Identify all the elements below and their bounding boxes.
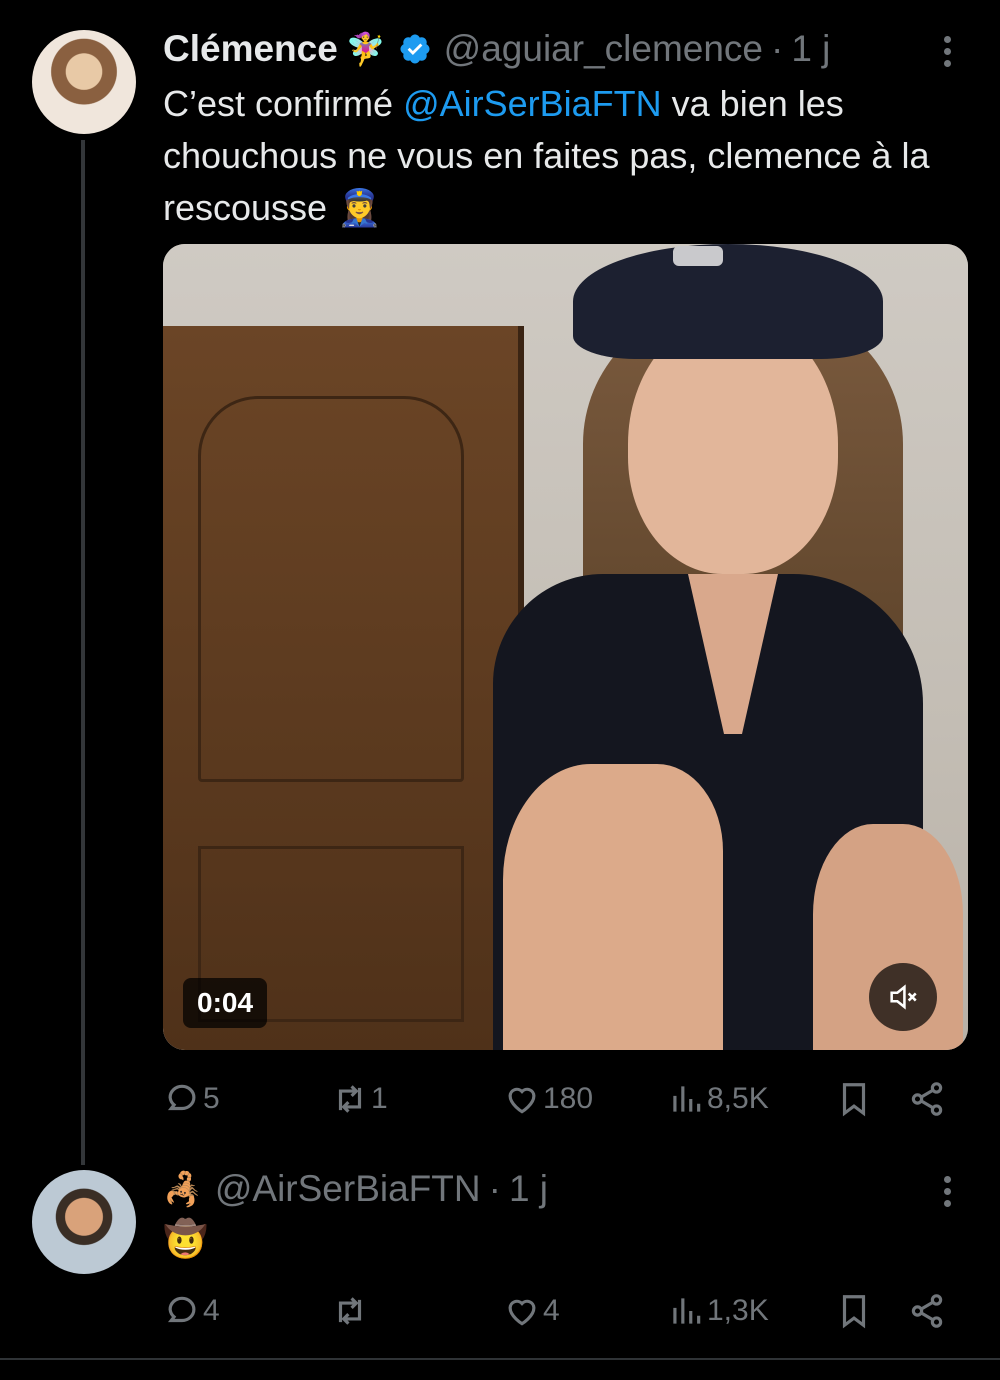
like-button[interactable]: 180 — [503, 1076, 593, 1122]
author-avatar[interactable] — [32, 30, 136, 134]
fairy-emoji: 🧚‍♀️ — [345, 31, 386, 67]
tweet-time[interactable]: 1 j — [791, 28, 830, 70]
police-officer-emoji: 👮‍♀️ — [337, 187, 382, 228]
reply-like-count: 4 — [543, 1294, 560, 1327]
reply-header-separator: · — [488, 1168, 501, 1209]
views-bar-chart-icon — [673, 1086, 701, 1112]
video-person — [433, 244, 968, 1050]
speaker-muted-icon — [890, 984, 917, 1010]
bookmark-button[interactable] — [835, 1076, 873, 1122]
share-icon — [911, 1294, 943, 1328]
reply-views-count: 1,3K — [707, 1294, 769, 1327]
tweet-header: Clémence 🧚‍♀️ @aguiar_clemence · 1 j — [163, 28, 830, 70]
reply-author-avatar[interactable] — [32, 1170, 136, 1274]
retweet-icon — [338, 1085, 362, 1113]
thread-connector-line — [81, 140, 85, 1165]
video-player[interactable]: 0:04 — [163, 244, 968, 1050]
more-options-icon[interactable] — [944, 36, 952, 72]
views-button[interactable]: 8,5K — [667, 1076, 769, 1122]
retweet-count: 1 — [371, 1082, 388, 1115]
author-name[interactable]: Clémence — [163, 28, 338, 70]
tweet-action-bar: 5 1 180 8,5K — [163, 1076, 953, 1122]
video-duration: 0:04 — [183, 978, 268, 1028]
divider — [0, 1358, 1000, 1360]
reply-views-button[interactable]: 1,3K — [667, 1288, 769, 1334]
reply-icon — [167, 1296, 196, 1323]
tweet-text-part1: C’est confirmé — [163, 83, 404, 124]
reply-reply-count: 4 — [203, 1294, 220, 1327]
reply-more-options-icon[interactable] — [944, 1176, 952, 1212]
retweet-button[interactable]: 1 — [331, 1076, 388, 1122]
reply-like-button[interactable]: 4 — [503, 1288, 560, 1334]
reply-share-button[interactable] — [908, 1288, 946, 1334]
tweet-text: C’est confirmé @AirSerBiaFTN va bien les… — [163, 78, 983, 234]
reply-retweet-button[interactable] — [331, 1288, 371, 1334]
retweet-icon — [338, 1297, 362, 1325]
reply-bookmark-button[interactable] — [835, 1288, 873, 1334]
heart-icon — [508, 1087, 536, 1114]
reply-count: 5 — [203, 1082, 220, 1115]
share-button[interactable] — [908, 1076, 946, 1122]
reply-time[interactable]: 1 j — [509, 1168, 548, 1210]
bookmark-icon — [842, 1083, 866, 1117]
reply-reply-button[interactable]: 4 — [163, 1288, 220, 1334]
reply-action-bar: 4 4 1,3K — [163, 1288, 953, 1334]
reply-button[interactable]: 5 — [163, 1076, 220, 1122]
bookmark-icon — [842, 1295, 866, 1329]
like-count: 180 — [543, 1082, 594, 1115]
reply-author-handle[interactable]: @AirSerBiaFTN — [215, 1168, 481, 1210]
mute-button[interactable] — [869, 963, 937, 1031]
share-icon — [911, 1082, 943, 1116]
header-separator: · — [771, 28, 784, 69]
reply-header: 🦂 @AirSerBiaFTN · 1 j — [163, 1168, 548, 1210]
author-handle[interactable]: @aguiar_clemence — [444, 28, 763, 70]
scorpion-emoji: 🦂 — [163, 1171, 203, 1207]
mention-link[interactable]: @AirSerBiaFTN — [403, 83, 662, 124]
reply-icon — [167, 1084, 196, 1111]
views-count: 8,5K — [707, 1082, 769, 1115]
reply-text: 🤠 — [163, 1218, 208, 1259]
heart-icon — [508, 1299, 536, 1326]
verified-badge-icon[interactable] — [398, 32, 432, 66]
views-bar-chart-icon — [673, 1298, 701, 1324]
